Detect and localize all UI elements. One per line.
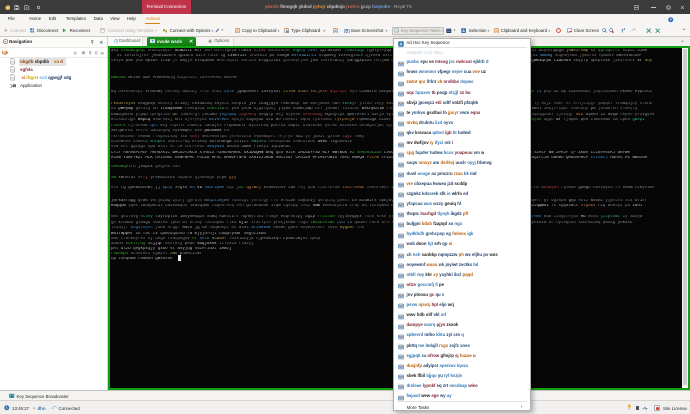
svg-text:i: i xyxy=(6,406,7,410)
svg-text:A: A xyxy=(399,42,402,47)
svg-text:A: A xyxy=(462,29,465,33)
